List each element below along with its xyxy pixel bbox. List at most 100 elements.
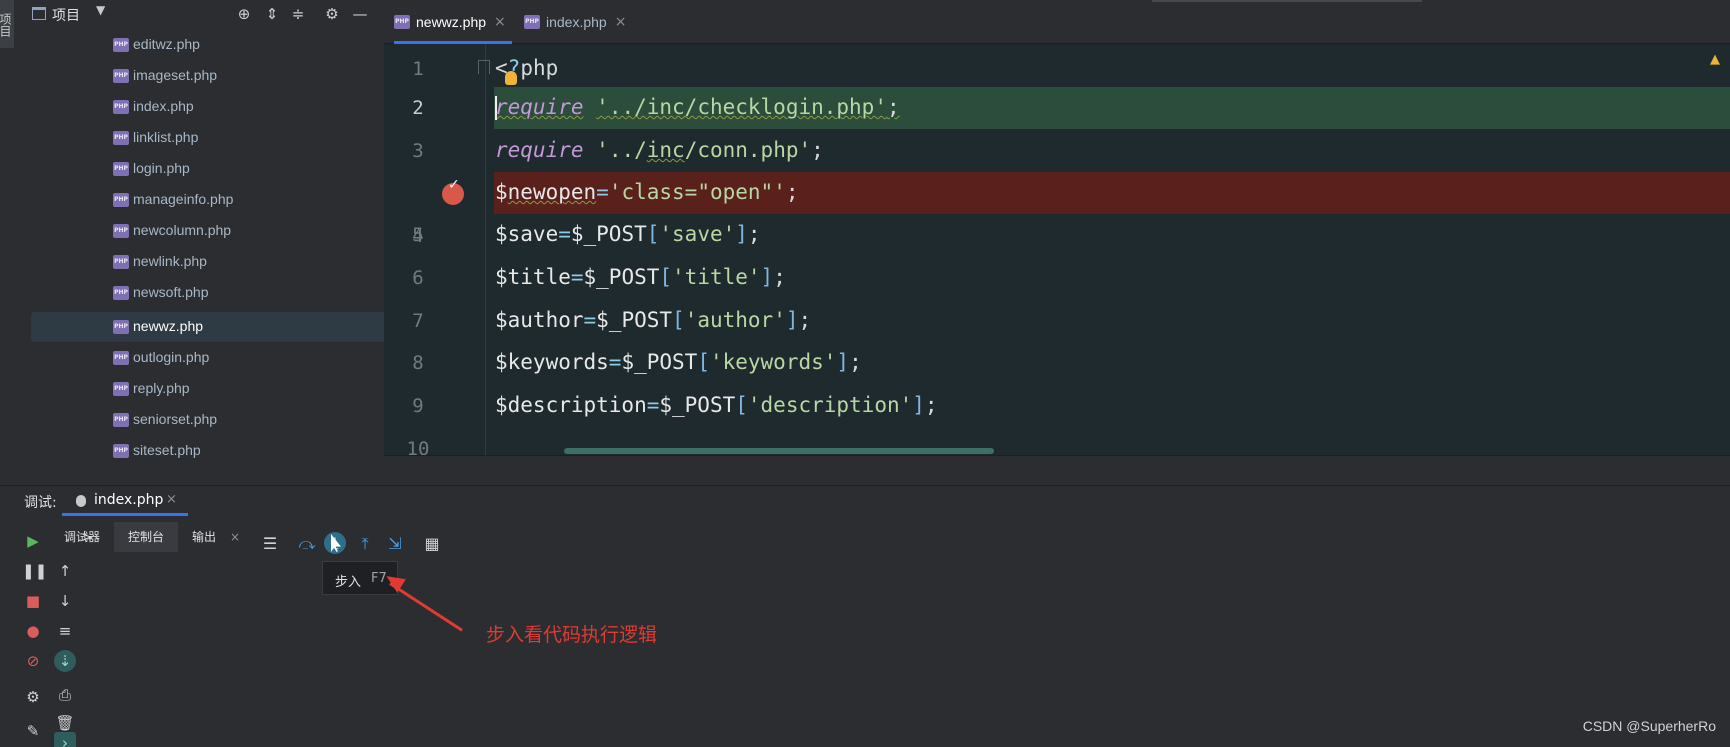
file-name: newsoft.php <box>133 284 209 300</box>
tab-console[interactable]: 控制台 <box>114 522 179 552</box>
up-arrow-icon[interactable]: ↑ <box>54 560 76 582</box>
debug-panel: 调试: index.php × 调试器 控制台 输出× ☰ ⤼ ⤓ ⤒ ⇲ ▦ … <box>0 485 1730 747</box>
line-number: 1 <box>412 58 424 80</box>
code-line-4-breakpoint[interactable]: $newopen='class="open"'; <box>494 172 1730 214</box>
code-area[interactable]: 1 <?php require '../inc/checklogin.php';… <box>384 44 1730 464</box>
trash-icon[interactable]: 🗑 <box>54 712 76 734</box>
chevron-down-icon[interactable]: ▼ <box>96 3 105 17</box>
bug-icon <box>76 495 86 507</box>
gear-icon[interactable]: ⚙ <box>322 4 342 24</box>
minimize-icon[interactable]: — <box>350 4 370 24</box>
annotation-text: 步入看代码执行逻辑 <box>486 624 658 646</box>
file-item-siteset[interactable]: PHP siteset.php <box>31 436 385 466</box>
php-file-icon: PHP <box>113 255 129 269</box>
file-name: reply.php <box>133 380 190 396</box>
line-number: 9 <box>412 395 424 417</box>
php-file-icon: PHP <box>113 100 129 114</box>
tab-newwz[interactable]: PHP newwz.php × <box>394 0 512 44</box>
step-over-icon[interactable]: ⤼ <box>296 533 318 555</box>
pin-icon[interactable]: ✎ <box>22 720 44 742</box>
step-out-icon[interactable]: ⤒ <box>354 533 376 555</box>
file-item-newsoft[interactable]: PHP newsoft.php <box>31 278 385 308</box>
lightbulb-icon[interactable] <box>505 71 517 85</box>
file-name: manageinfo.php <box>133 191 234 207</box>
close-icon[interactable]: × <box>230 530 240 544</box>
warning-icon[interactable]: ▲ <box>1710 52 1720 67</box>
file-item-manageinfo[interactable]: PHP manageinfo.php <box>31 185 385 215</box>
breakpoint-icon[interactable] <box>442 177 464 205</box>
code-line-7[interactable]: 7 $author=$_POST['author']; <box>384 300 1628 342</box>
php-file-icon: PHP <box>113 162 129 176</box>
file-item-imageset[interactable]: PHP imageset.php <box>31 61 385 91</box>
code-line-6[interactable]: 6 $title=$_POST['title']; <box>384 257 1628 299</box>
expand-all-icon[interactable]: ⇕ <box>262 4 282 24</box>
file-item-editwz[interactable]: PHP editwz.php <box>31 30 385 60</box>
file-name: newcolumn.php <box>133 222 232 238</box>
pause-icon[interactable]: ❚❚ <box>22 560 47 582</box>
code-text: require '../inc/checklogin.php'; <box>495 95 900 119</box>
close-icon[interactable]: × <box>166 492 177 507</box>
file-item-linklist[interactable]: PHP linklist.php <box>31 123 385 153</box>
file-item-newlink[interactable]: PHP newlink.php <box>31 247 385 277</box>
code-text: $newopen='class="open"'; <box>495 180 799 204</box>
code-text: require '../inc/conn.php'; <box>495 138 824 162</box>
file-name: newlink.php <box>133 253 207 269</box>
file-item-newcolumn[interactable]: PHP newcolumn.php <box>31 216 385 246</box>
project-panel: 项目 ▼ ⊕ ⇕ ≑ ⚙ — PHP editwz.php PHP imageset… <box>16 0 400 485</box>
debug-session-tab[interactable]: index.php × <box>62 486 188 516</box>
php-file-icon: PHP <box>113 286 129 300</box>
resume-icon[interactable]: ▶ <box>22 530 44 552</box>
file-item-reply[interactable]: PHP reply.php <box>31 374 385 404</box>
down-arrow-icon[interactable]: ↓ <box>54 590 76 612</box>
mute-breakpoints-icon[interactable]: ⊘ <box>22 650 44 672</box>
code-line-3[interactable]: 3 require '../inc/conn.php'; <box>384 130 1628 172</box>
locate-icon[interactable]: ⊕ <box>234 4 254 24</box>
php-file-icon: PHP <box>113 193 129 207</box>
code-line-9[interactable]: 9 $description=$_POST['description']; <box>384 385 1628 427</box>
horizontal-scrollbar[interactable] <box>564 448 994 454</box>
file-item-index[interactable]: PHP index.php <box>31 92 385 122</box>
close-icon[interactable]: × <box>494 14 506 30</box>
scroll-to-end-icon[interactable]: ⇣ <box>54 650 76 672</box>
php-file-icon: PHP <box>113 413 129 427</box>
editor-bottom-bar <box>384 455 1730 485</box>
print-icon[interactable]: ⎙ <box>54 684 76 706</box>
code-text: $keywords=$_POST['keywords']; <box>495 350 862 374</box>
project-title[interactable]: 项目 <box>52 5 80 25</box>
collapse-all-icon[interactable]: ≑ <box>288 4 308 24</box>
file-item-login[interactable]: PHP login.php <box>31 154 385 184</box>
view-breakpoints-icon[interactable]: ● <box>22 620 44 642</box>
code-text: $author=$_POST['author']; <box>495 308 812 332</box>
file-name: imageset.php <box>133 67 218 83</box>
code-line-2-current[interactable]: require '../inc/checklogin.php'; <box>494 87 1730 129</box>
evaluate-expression-icon[interactable]: ▦ <box>421 533 443 555</box>
file-name: editwz.php <box>133 36 200 52</box>
file-name: outlogin.php <box>133 349 210 365</box>
code-line-1[interactable]: 1 <?php <box>384 48 1628 90</box>
file-name: newwz.php <box>133 318 204 334</box>
tab-output[interactable]: 输出 × <box>178 522 254 552</box>
line-number: 2 <box>412 97 424 119</box>
fold-marker-icon[interactable] <box>478 60 490 74</box>
code-line-5[interactable]: 5 $save=$_POST['save']; <box>384 214 1628 256</box>
line-number: 8 <box>412 352 424 374</box>
code-line-8[interactable]: 8 $keywords=$_POST['keywords']; <box>384 342 1628 384</box>
run-to-cursor-icon[interactable]: ⇲ <box>384 533 406 555</box>
project-tool-tab[interactable]: 项目 <box>0 0 14 48</box>
file-item-outlogin[interactable]: PHP outlogin.php <box>31 343 385 373</box>
soft-wrap-icon[interactable]: ≡ <box>54 620 76 642</box>
console-icon[interactable]: › <box>54 732 76 747</box>
threads-icon[interactable]: ☰ <box>259 533 281 555</box>
tab-label: newwz.php <box>416 14 487 30</box>
stop-icon[interactable]: ■ <box>22 590 44 612</box>
php-file-icon: PHP <box>113 69 129 83</box>
tab-index[interactable]: PHP index.php × <box>524 0 626 44</box>
gear-icon[interactable]: ⚙ <box>22 686 44 708</box>
tooltip-label: 步入 <box>335 575 362 590</box>
project-header: 项目 ▼ ⊕ ⇕ ≑ ⚙ — <box>16 0 384 28</box>
console-prompt[interactable]: > <box>82 530 92 544</box>
editor-tabbar: PHP newwz.php × PHP index.php × <box>384 0 1730 44</box>
file-item-seniorset[interactable]: PHP seniorset.php <box>31 405 385 435</box>
close-icon[interactable]: × <box>615 14 627 30</box>
file-item-newwz[interactable]: PHP newwz.php <box>31 312 385 342</box>
